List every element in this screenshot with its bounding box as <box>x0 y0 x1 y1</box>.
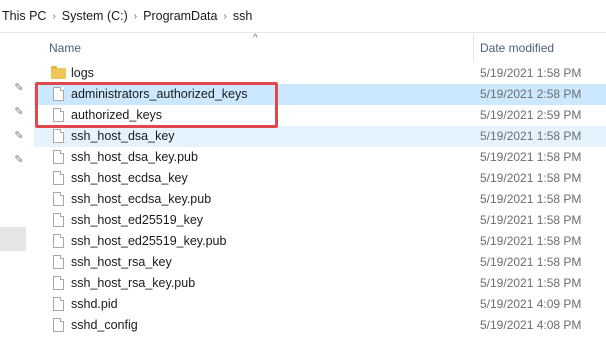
file-date-modified: 5/19/2021 1:58 PM <box>480 66 582 80</box>
file-row[interactable]: ssh_host_dsa_key 5/19/2021 1:58 PM <box>34 126 606 147</box>
file-date-modified: 5/19/2021 1:58 PM <box>480 171 582 185</box>
file-date-modified: 5/19/2021 1:58 PM <box>480 213 582 227</box>
file-icon <box>53 234 64 248</box>
navigation-pane: ✎ ✎ ✎ ✎ <box>0 34 34 347</box>
column-header-date-modified[interactable]: Date modified <box>480 41 554 55</box>
file-name: ssh_host_rsa_key <box>71 255 172 269</box>
annotation-highlight-box <box>35 82 278 128</box>
file-row[interactable]: ssh_host_ed25519_key.pub 5/19/2021 1:58 P… <box>34 231 606 252</box>
file-name: ssh_host_dsa_key.pub <box>71 150 198 164</box>
file-icon <box>53 192 64 206</box>
file-name: ssh_host_ecdsa_key.pub <box>71 192 212 206</box>
folder-icon <box>51 66 66 79</box>
chevron-right-icon[interactable]: › <box>223 11 226 22</box>
file-row[interactable]: ssh_host_rsa_key.pub 5/19/2021 1:58 PM <box>34 273 606 294</box>
file-name: ssh_host_ed25519_key.pub <box>71 234 227 248</box>
pin-icon[interactable]: ✎ <box>13 82 25 94</box>
file-row[interactable]: sshd_config 5/19/2021 4:08 PM <box>34 315 606 336</box>
file-row[interactable]: ssh_host_ecdsa_key 5/19/2021 1:58 PM <box>34 168 606 189</box>
breadcrumb-programdata[interactable]: ProgramData <box>143 9 217 23</box>
file-icon <box>53 276 64 290</box>
nav-pane-selected-item[interactable] <box>0 227 26 251</box>
breadcrumb-ssh[interactable]: ssh <box>233 9 252 23</box>
file-name: ssh_host_ecdsa_key <box>71 171 188 185</box>
file-icon <box>53 297 64 311</box>
file-icon <box>53 171 64 185</box>
file-name: sshd.pid <box>71 297 118 311</box>
file-date-modified: 5/19/2021 4:08 PM <box>480 318 582 332</box>
file-name: logs <box>71 66 94 80</box>
file-icon <box>53 213 64 227</box>
file-row[interactable]: logs 5/19/2021 1:58 PM <box>34 63 606 84</box>
file-date-modified: 5/19/2021 2:58 PM <box>480 87 582 101</box>
file-row[interactable]: ssh_host_dsa_key.pub 5/19/2021 1:58 PM <box>34 147 606 168</box>
breadcrumb-system-c[interactable]: System (C:) <box>62 9 128 23</box>
file-name: ssh_host_rsa_key.pub <box>71 276 196 290</box>
sort-ascending-icon: ^ <box>253 33 258 44</box>
file-date-modified: 5/19/2021 1:58 PM <box>480 234 582 248</box>
file-date-modified: 5/19/2021 1:58 PM <box>480 276 582 290</box>
breadcrumb: This PC › System (C:) › ProgramData › ss… <box>0 0 606 33</box>
file-row[interactable]: ssh_host_rsa_key 5/19/2021 1:58 PM <box>34 252 606 273</box>
file-date-modified: 5/19/2021 4:09 PM <box>480 297 582 311</box>
file-date-modified: 5/19/2021 2:59 PM <box>480 108 582 122</box>
file-name: ssh_host_dsa_key <box>71 129 175 143</box>
column-header-name[interactable]: Name <box>49 41 81 55</box>
file-icon <box>53 129 64 143</box>
column-header: ^ Name Date modified <box>34 33 606 62</box>
file-icon <box>53 255 64 269</box>
file-date-modified: 5/19/2021 1:58 PM <box>480 192 582 206</box>
file-name: ssh_host_ed25519_key <box>71 213 204 227</box>
breadcrumb-this-pc[interactable]: This PC <box>2 9 46 23</box>
chevron-right-icon[interactable]: › <box>52 11 55 22</box>
column-divider[interactable] <box>473 34 474 62</box>
pin-icon[interactable]: ✎ <box>13 130 25 142</box>
file-row[interactable]: ssh_host_ecdsa_key.pub 5/19/2021 1:58 PM <box>34 189 606 210</box>
file-icon <box>53 318 64 332</box>
pin-icon[interactable]: ✎ <box>13 154 25 166</box>
pin-icon[interactable]: ✎ <box>13 106 25 118</box>
file-icon <box>53 150 64 164</box>
file-date-modified: 5/19/2021 1:58 PM <box>480 129 582 143</box>
file-date-modified: 5/19/2021 1:58 PM <box>480 150 582 164</box>
chevron-right-icon[interactable]: › <box>134 11 137 22</box>
file-row[interactable]: sshd.pid 5/19/2021 4:09 PM <box>34 294 606 315</box>
file-date-modified: 5/19/2021 1:58 PM <box>480 255 582 269</box>
file-row[interactable]: ssh_host_ed25519_key 5/19/2021 1:58 PM <box>34 210 606 231</box>
file-name: sshd_config <box>71 318 138 332</box>
